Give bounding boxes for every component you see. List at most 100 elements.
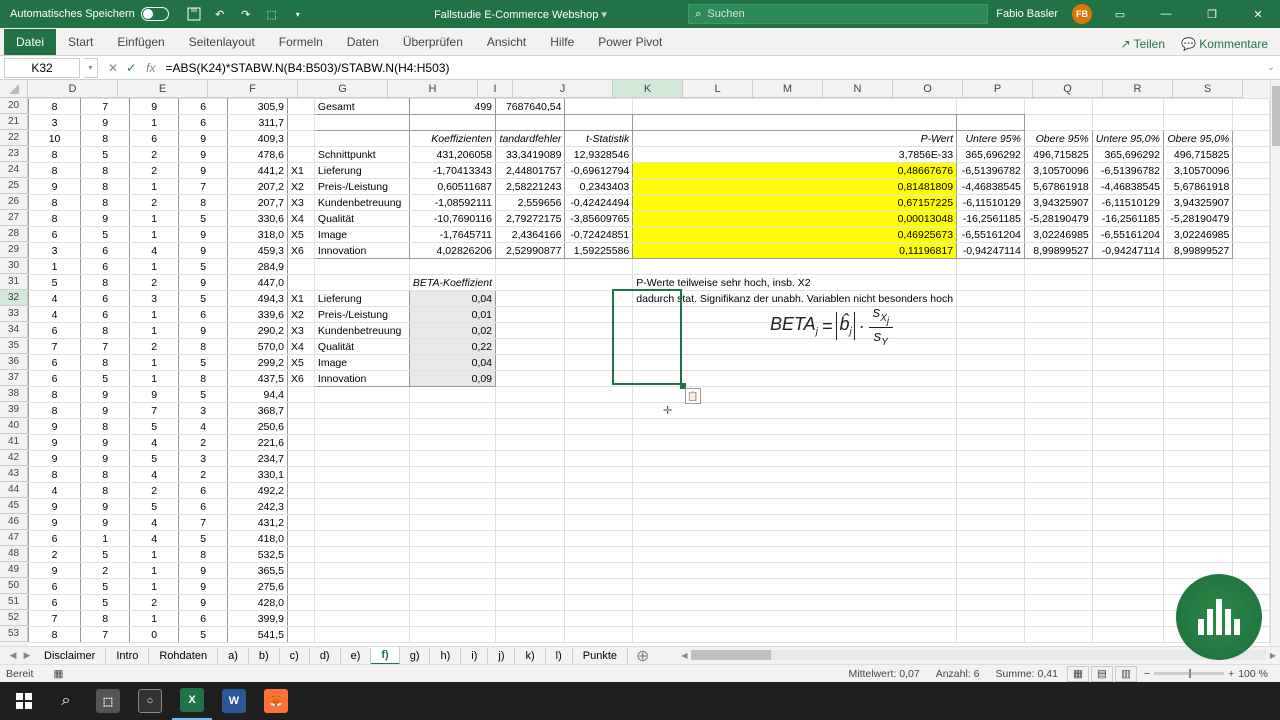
cell[interactable]: 492,2 (228, 483, 288, 499)
cell[interactable]: 12,9328546 (565, 147, 633, 163)
cell[interactable]: 330,6 (228, 211, 288, 227)
cell[interactable]: Preis-/Leistung (314, 179, 409, 195)
taskbar-firefox-icon[interactable]: 🦊 (256, 682, 296, 720)
cell[interactable]: 6 (179, 499, 228, 515)
cell[interactable]: 3 (179, 451, 228, 467)
cell[interactable]: X3 (287, 195, 314, 211)
cell[interactable]: 5 (81, 371, 130, 387)
cell[interactable] (409, 547, 495, 563)
minimize-icon[interactable]: — (1148, 0, 1184, 28)
close-icon[interactable]: ✕ (1240, 0, 1276, 28)
cell[interactable]: 1,59225586 (565, 243, 633, 259)
cell[interactable] (957, 627, 1025, 643)
cell[interactable]: -1,08592111 (409, 195, 495, 211)
cell[interactable]: 6 (130, 131, 179, 147)
cell[interactable] (314, 435, 409, 451)
cell[interactable]: 339,6 (228, 307, 288, 323)
cell[interactable]: 6 (29, 531, 81, 547)
cell[interactable]: tandardfehler (496, 131, 565, 147)
cell[interactable] (496, 435, 565, 451)
cell[interactable] (1233, 563, 1270, 579)
cell[interactable]: 6 (179, 307, 228, 323)
cell[interactable] (957, 387, 1025, 403)
cell[interactable] (1233, 131, 1270, 147)
cell[interactable]: 496,715825 (1163, 147, 1232, 163)
cell[interactable] (287, 611, 314, 627)
cell[interactable] (409, 403, 495, 419)
cell[interactable] (1163, 291, 1232, 307)
cell[interactable]: 7 (81, 627, 130, 643)
cell[interactable]: 7 (81, 339, 130, 355)
sheet-tab-a)[interactable]: a) (218, 648, 249, 664)
cell[interactable]: 2 (179, 435, 228, 451)
cell[interactable]: 250,6 (228, 419, 288, 435)
cell[interactable] (957, 515, 1025, 531)
tab-einfügen[interactable]: Einfügen (105, 29, 176, 55)
cell[interactable]: 2 (130, 483, 179, 499)
cell[interactable] (1024, 467, 1092, 483)
cell[interactable]: 6 (29, 355, 81, 371)
cell[interactable] (1233, 147, 1270, 163)
col-O[interactable]: O (893, 80, 963, 98)
cell[interactable]: 368,7 (228, 403, 288, 419)
cell[interactable]: 6 (81, 307, 130, 323)
cell[interactable] (565, 403, 633, 419)
cell[interactable]: 437,5 (228, 371, 288, 387)
cell[interactable] (314, 563, 409, 579)
cell[interactable] (1233, 291, 1270, 307)
cell[interactable]: 8 (81, 195, 130, 211)
cell[interactable]: 1 (130, 355, 179, 371)
cell[interactable] (1092, 435, 1163, 451)
cell[interactable] (565, 355, 633, 371)
cell[interactable]: 7 (29, 339, 81, 355)
cell[interactable]: Koeffizienten (409, 131, 495, 147)
cell[interactable]: 2,44801757 (496, 163, 565, 179)
cell[interactable] (496, 579, 565, 595)
cell[interactable]: 3,94325907 (1163, 195, 1232, 211)
cell[interactable] (633, 483, 957, 499)
cell[interactable]: 5 (130, 451, 179, 467)
cell[interactable]: 8 (179, 371, 228, 387)
cell[interactable]: 365,5 (228, 563, 288, 579)
cell[interactable] (1233, 435, 1270, 451)
cell[interactable]: -16,2561185 (957, 211, 1025, 227)
tab-nav-next[interactable]: ▶ (20, 650, 34, 661)
cell[interactable]: 9 (179, 163, 228, 179)
cell[interactable]: 9 (179, 595, 228, 611)
cell[interactable] (1092, 291, 1163, 307)
col-H[interactable]: H (388, 80, 478, 98)
cell[interactable] (314, 595, 409, 611)
cell[interactable] (1163, 451, 1232, 467)
row-51[interactable]: 51 (0, 594, 28, 610)
cell[interactable] (1233, 275, 1270, 291)
cell[interactable] (1092, 115, 1163, 131)
cell[interactable] (1092, 339, 1163, 355)
row-46[interactable]: 46 (0, 514, 28, 530)
cell[interactable] (1024, 323, 1092, 339)
cell[interactable]: 532,5 (228, 547, 288, 563)
row-22[interactable]: 22 (0, 130, 28, 146)
cell[interactable] (1092, 403, 1163, 419)
cell[interactable]: 5 (130, 499, 179, 515)
cell[interactable] (1092, 371, 1163, 387)
cell[interactable] (957, 323, 1025, 339)
cell[interactable] (496, 531, 565, 547)
cell[interactable] (314, 275, 409, 291)
cell[interactable] (1092, 451, 1163, 467)
cell[interactable] (496, 115, 565, 131)
cell[interactable] (565, 99, 633, 115)
col-L[interactable]: L (683, 80, 753, 98)
select-all-corner[interactable] (0, 80, 28, 98)
cell[interactable] (287, 499, 314, 515)
cell[interactable]: 0,60511687 (409, 179, 495, 195)
cell[interactable] (409, 451, 495, 467)
row-30[interactable]: 30 (0, 258, 28, 274)
cell[interactable]: 3,10570096 (1163, 163, 1232, 179)
cell[interactable] (1024, 387, 1092, 403)
search-box[interactable]: ⌕ Suchen (688, 4, 988, 24)
cell[interactable]: 2,4364166 (496, 227, 565, 243)
cell[interactable]: 1 (81, 531, 130, 547)
row-53[interactable]: 53 (0, 626, 28, 642)
cell[interactable] (496, 275, 565, 291)
cell[interactable]: 1 (29, 259, 81, 275)
